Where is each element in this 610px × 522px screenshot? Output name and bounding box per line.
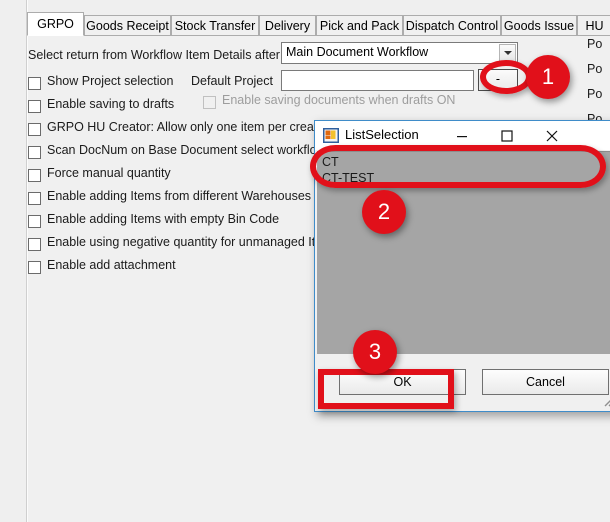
tab-pick-and-pack[interactable]: Pick and Pack	[316, 15, 403, 36]
tab-dispatch-control[interactable]: Dispatch Control	[403, 15, 501, 36]
tab-stock-transfer[interactable]: Stock Transfer	[171, 15, 259, 36]
checkbox-label-enable-saving-to-drafts[interactable]: Enable saving to drafts	[47, 97, 174, 111]
checkbox-label-scan-docnum-on-base-document-select-workflow[interactable]: Scan DocNum on Base Document select work…	[47, 143, 326, 157]
tab-delivery[interactable]: Delivery	[259, 15, 316, 36]
checkbox-enable-adding-items-from-different-warehouses[interactable]	[28, 192, 41, 205]
checkbox-enable-adding-items-with-empty-bin-code[interactable]	[28, 215, 41, 228]
checkbox-label-enable-adding-items-from-different-warehouses[interactable]: Enable adding Items from different Wareh…	[47, 189, 311, 203]
checkbox-label-enable-using-negative-quantity-for-unmanaged-item[interactable]: Enable using negative quantity for unman…	[47, 235, 333, 249]
app-window: GRPO Goods Receipt Stock Transfer Delivery P…	[0, 0, 610, 522]
active-tab-underline-cover	[28, 35, 83, 36]
tab-hu[interactable]: HU	[577, 15, 610, 36]
checkbox-label-show-project-selection[interactable]: Show Project selection	[47, 74, 173, 88]
workflow-combobox-value: Main Document Workflow	[286, 45, 429, 59]
checkbox-enable-using-negative-quantity-for-unmanaged-item[interactable]	[28, 238, 41, 251]
annotation-badge-3: 3	[353, 330, 397, 374]
checkbox-label-enable-add-attachment[interactable]: Enable add attachment	[47, 258, 176, 272]
checkbox-label-enable-saving-documents-when-drafts-on: Enable saving documents when drafts ON	[222, 93, 456, 107]
annotation-badge-1: 1	[526, 55, 570, 99]
workflow-combobox[interactable]: Main Document Workflow	[281, 42, 518, 64]
checkbox-enable-add-attachment[interactable]	[28, 261, 41, 274]
default-project-label: Default Project	[191, 74, 273, 88]
right-label-0: Po	[587, 37, 603, 51]
right-label-1: Po	[587, 62, 603, 76]
cancel-button[interactable]: Cancel	[482, 369, 609, 395]
annotation-rect-ok-button	[318, 369, 454, 409]
tab-goods-receipt[interactable]: Goods Receipt	[84, 15, 171, 36]
tab-grpo[interactable]: GRPO	[27, 12, 84, 36]
checkbox-show-project-selection[interactable]	[28, 77, 41, 90]
annotation-ellipse-picker-button	[480, 60, 532, 94]
checkbox-label-force-manual-quantity[interactable]: Force manual quantity	[47, 166, 171, 180]
form-icon	[323, 128, 339, 143]
checkbox-grpo-hu-creator-allow-only-one-item-per-created-u[interactable]	[28, 123, 41, 136]
dialog-title: ListSelection	[345, 127, 419, 142]
checkbox-scan-docnum-on-base-document-select-workflow[interactable]	[28, 146, 41, 159]
checkbox-enable-saving-documents-when-drafts-on	[203, 96, 216, 109]
checkbox-enable-saving-to-drafts[interactable]	[28, 100, 41, 113]
checkbox-label-grpo-hu-creator-allow-only-one-item-per-created-u[interactable]: GRPO HU Creator: Allow only one item per…	[47, 120, 344, 134]
tab-strip: GRPO Goods Receipt Stock Transfer Delivery P…	[27, 12, 610, 36]
workflow-select-label: Select return from Workflow Item Details…	[28, 48, 306, 62]
resize-grip[interactable]	[601, 393, 610, 407]
checkbox-label-enable-adding-items-with-empty-bin-code[interactable]: Enable adding Items with empty Bin Code	[47, 212, 279, 226]
tab-goods-issue[interactable]: Goods Issue	[501, 15, 577, 36]
checkbox-force-manual-quantity[interactable]	[28, 169, 41, 182]
annotation-ellipse-list-items	[310, 145, 606, 188]
right-label-2: Po	[587, 87, 603, 101]
annotation-badge-2: 2	[362, 190, 406, 234]
default-project-input[interactable]	[281, 70, 474, 91]
